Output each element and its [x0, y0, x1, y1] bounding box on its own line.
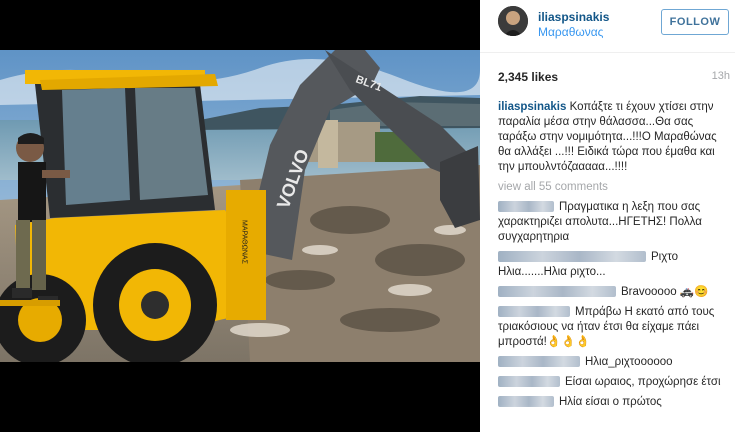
comment-text: Είσαι ωραιος, προχώρησε έτσι: [565, 376, 721, 388]
location-link[interactable]: Μαραθωνας: [538, 25, 603, 39]
post-caption: iliaspsinakis Κοπάξτε τι έχουν χτίσει στ…: [498, 100, 730, 175]
comment-text: Ηλια_ριχτοοοοοο: [585, 356, 673, 368]
blurred-username: [498, 306, 570, 318]
comments-list: Πραγματικα η λεξη που σας χαρακτηριζει α…: [498, 200, 730, 415]
username-link[interactable]: iliaspsinakis: [538, 10, 609, 24]
view-all-comments-link[interactable]: view all 55 comments: [498, 181, 608, 193]
avatar[interactable]: [498, 6, 528, 36]
likes-row: 2,345 likes 13h: [498, 70, 730, 86]
blurred-username: [498, 201, 554, 213]
comment-item: Ριχτο Ηλια.......Ηλια ριχτο...: [498, 250, 730, 280]
comment-item: Bravooooo 🚓😊: [498, 285, 730, 300]
post-sidebar: iliaspsinakis Μαραθωνας FOLLOW 2,345 lik…: [480, 0, 735, 432]
likes-count[interactable]: 2,345 likes: [498, 70, 558, 84]
comment-item: Είσαι ωραιος, προχώρησε έτσι: [498, 375, 730, 390]
profile-photo: [498, 6, 528, 36]
caption-username[interactable]: iliaspsinakis: [498, 101, 566, 113]
blurred-username: [498, 376, 560, 388]
follow-button[interactable]: FOLLOW: [661, 9, 729, 35]
post-time[interactable]: 13h: [712, 70, 730, 82]
comment-item: Μπράβω Η εκατό από τους τριακόσιους να ή…: [498, 305, 730, 350]
post-header: iliaspsinakis Μαραθωνας FOLLOW: [480, 0, 735, 53]
comment-item: Πραγματικα η λεξη που σας χαρακτηριζει α…: [498, 200, 730, 245]
comments-fade: [480, 405, 735, 432]
blurred-username: [498, 356, 580, 368]
post-photo-panel: VOLVO BL71 ΜΑΡΑΘΩΝΑΣ: [0, 0, 480, 432]
blurred-username: [498, 251, 646, 263]
side-marking: ΜΑΡΑΘΩΝΑΣ: [241, 220, 248, 265]
backhoe-photo: VOLVO BL71 ΜΑΡΑΘΩΝΑΣ: [0, 50, 480, 362]
comment-text: Bravooooo 🚓😊: [621, 286, 709, 298]
comment-item: Ηλια_ριχτοοοοοο: [498, 355, 730, 370]
post-photo[interactable]: VOLVO BL71 ΜΑΡΑΘΩΝΑΣ: [0, 50, 480, 362]
blurred-username: [498, 286, 616, 298]
